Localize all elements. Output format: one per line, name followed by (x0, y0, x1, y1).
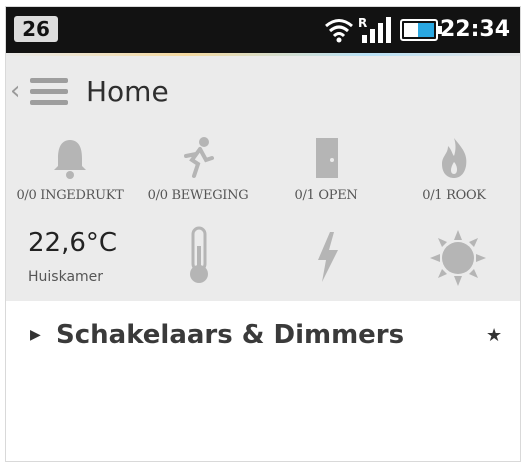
section-header-switches-dimmers[interactable]: ▶ Schakelaars & Dimmers ★ (6, 311, 520, 361)
lightning-icon[interactable] (312, 230, 342, 284)
status-tile-label: 0/1 ROOK (422, 188, 486, 203)
clock-time: 22:34 (439, 17, 510, 42)
status-overview: 0/0 INGEDRUKT 0/0 BEWEGING 0/1 OPEN 0/1 … (6, 126, 520, 301)
bell-icon (54, 140, 86, 179)
action-bar: ‹ Home (6, 56, 520, 126)
page-title: Home (86, 75, 169, 108)
temperature-value: 22,6°C (28, 228, 118, 258)
battery-icon (400, 19, 442, 41)
temperature-room: Huiskamer (28, 269, 104, 285)
status-tile-pressed[interactable]: 0/0 INGEDRUKT (6, 136, 134, 216)
status-tile-open[interactable]: 0/1 OPEN (262, 136, 390, 216)
section-title: Schakelaars & Dimmers (56, 320, 405, 350)
door-icon (316, 138, 338, 178)
app-screen: 26 R 22:34 ‹ Home 0/0 INGEDRUKT 0/0 BEWE… (5, 6, 521, 462)
expand-arrow-icon[interactable]: ▶ (30, 327, 41, 343)
status-bar: 26 R 22:34 (6, 7, 520, 53)
favorite-star-icon[interactable]: ★ (486, 325, 502, 346)
menu-icon[interactable] (30, 78, 68, 106)
signal-strength-icon: R (358, 16, 391, 43)
thermometer-icon[interactable] (184, 226, 214, 286)
notification-count-badge: 26 (14, 16, 58, 42)
wifi-icon (325, 19, 353, 43)
sun-icon[interactable] (430, 230, 486, 286)
up-chevron-icon[interactable]: ‹ (10, 76, 20, 106)
status-tile-label: 0/0 INGEDRUKT (16, 188, 124, 203)
roaming-indicator: R (358, 16, 367, 30)
running-person-icon (184, 137, 214, 178)
content-area: ▶ Schakelaars & Dimmers ★ (6, 301, 520, 461)
status-tile-smoke[interactable]: 0/1 ROOK (390, 136, 518, 216)
status-tile-label: 0/1 OPEN (294, 188, 358, 203)
flame-icon (442, 138, 467, 178)
status-tile-motion[interactable]: 0/0 BEWEGING (134, 136, 262, 216)
status-tile-label: 0/0 BEWEGING (147, 188, 249, 203)
